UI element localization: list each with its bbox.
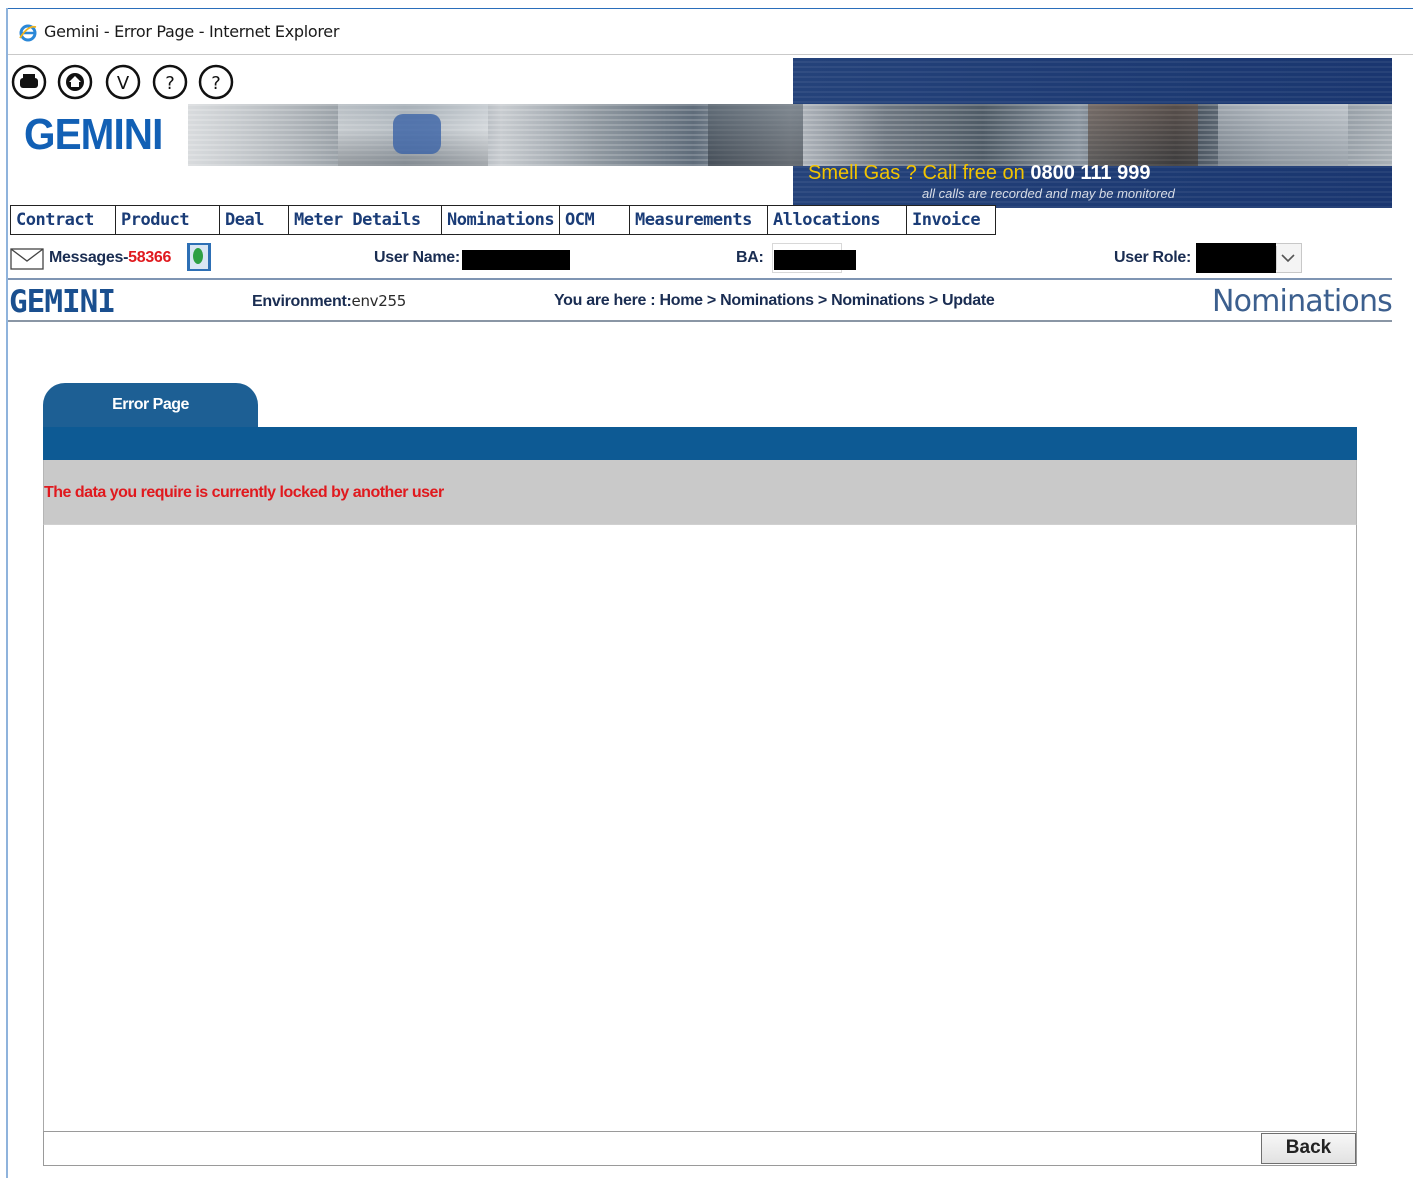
tab-error-page[interactable]: Error Page <box>43 383 258 429</box>
browser-window: Gemini - Error Page - Internet Explorer … <box>0 0 1413 1178</box>
breadcrumb-nominations[interactable]: Nominations <box>720 292 814 309</box>
emergency-phone: 0800 111 999 <box>1030 162 1151 184</box>
user-role-select[interactable] <box>1196 243 1302 273</box>
error-message-bar: The data you require is currently locked… <box>43 460 1357 524</box>
ba-label: BA: <box>736 249 764 266</box>
tab-label: Error Page <box>112 396 189 413</box>
envelope-icon[interactable] <box>10 248 44 270</box>
environment-label-text: Environment: <box>252 293 352 310</box>
nav-invoice[interactable]: Invoice <box>906 205 996 235</box>
banner-photo <box>393 114 441 154</box>
svg-text:?: ? <box>165 73 175 94</box>
message-status-icon[interactable] <box>186 242 212 272</box>
window-border <box>6 8 8 1178</box>
nav-contract[interactable]: Contract <box>10 205 115 235</box>
nav-nominations[interactable]: Nominations <box>441 205 559 235</box>
environment-value: env255 <box>351 292 407 310</box>
title-bar: Gemini - Error Page - Internet Explorer <box>8 8 1413 55</box>
gemini-small-logo: GEMINI <box>9 284 116 320</box>
breadcrumb-current: Update <box>942 292 995 309</box>
error-message: The data you require is currently locked… <box>44 484 444 501</box>
calls-recorded-notice: all calls are recorded and may be monito… <box>922 186 1175 201</box>
banner-photo <box>1218 104 1348 166</box>
banner-photo <box>1088 104 1198 166</box>
panel-content <box>43 524 1357 1131</box>
breadcrumb-home[interactable]: Home <box>659 292 703 309</box>
nav-deal[interactable]: Deal <box>219 205 288 235</box>
print-icon[interactable] <box>11 64 47 100</box>
panel-footer: Back <box>43 1131 1357 1166</box>
ba-value <box>774 250 856 270</box>
breadcrumb-separator: > <box>928 292 938 309</box>
environment-label: Environment:env255 <box>252 292 406 311</box>
user-role-value <box>1196 243 1276 273</box>
user-bar: Messages-58366 User Name: BA: User Role: <box>8 240 1400 278</box>
back-button[interactable]: Back <box>1261 1133 1356 1164</box>
home-icon[interactable] <box>57 64 93 100</box>
user-name-value <box>462 250 570 270</box>
nav-measurements[interactable]: Measurements <box>629 205 767 235</box>
emergency-banner-text: Smell Gas ? Call free on 0800 111 999 <box>808 162 1150 185</box>
ba-field[interactable] <box>772 243 856 273</box>
nav-meter-details[interactable]: Meter Details <box>288 205 441 235</box>
user-name-label: User Name: <box>374 249 460 266</box>
divider <box>8 278 1392 280</box>
window-title: Gemini - Error Page - Internet Explorer <box>44 22 340 41</box>
messages-count: 58366 <box>128 249 172 266</box>
svg-text:V: V <box>117 73 130 94</box>
panel-header-bar <box>43 427 1357 460</box>
breadcrumb-nominations-sub[interactable]: Nominations <box>831 292 925 309</box>
nav-ocm[interactable]: OCM <box>559 205 629 235</box>
divider <box>8 320 1392 322</box>
help-icon[interactable]: ? <box>152 64 188 100</box>
smell-gas-text: Smell Gas ? Call free on <box>808 162 1025 184</box>
internet-explorer-icon <box>19 24 37 42</box>
main-nav: Contract Product Deal Meter Details Nomi… <box>10 205 996 237</box>
breadcrumb-prefix: You are here : <box>554 292 656 309</box>
version-icon[interactable]: V <box>105 64 141 100</box>
banner: Smell Gas ? Call free on 0800 111 999 al… <box>188 58 1392 208</box>
user-role-label: User Role: <box>1114 249 1192 266</box>
breadcrumb: You are here : Home > Nominations > Nomi… <box>554 292 995 310</box>
nav-allocations[interactable]: Allocations <box>767 205 906 235</box>
breadcrumb-separator: > <box>706 292 716 309</box>
banner-photo <box>708 104 803 166</box>
chevron-down-icon <box>1276 246 1295 270</box>
messages-link[interactable]: Messages-58366 <box>49 249 171 267</box>
messages-label: Messages- <box>49 249 129 266</box>
breadcrumb-separator: > <box>817 292 827 309</box>
page-heading: Nominations <box>1211 284 1393 319</box>
nav-product[interactable]: Product <box>115 205 219 235</box>
gemini-logo: GEMINI <box>24 110 163 159</box>
